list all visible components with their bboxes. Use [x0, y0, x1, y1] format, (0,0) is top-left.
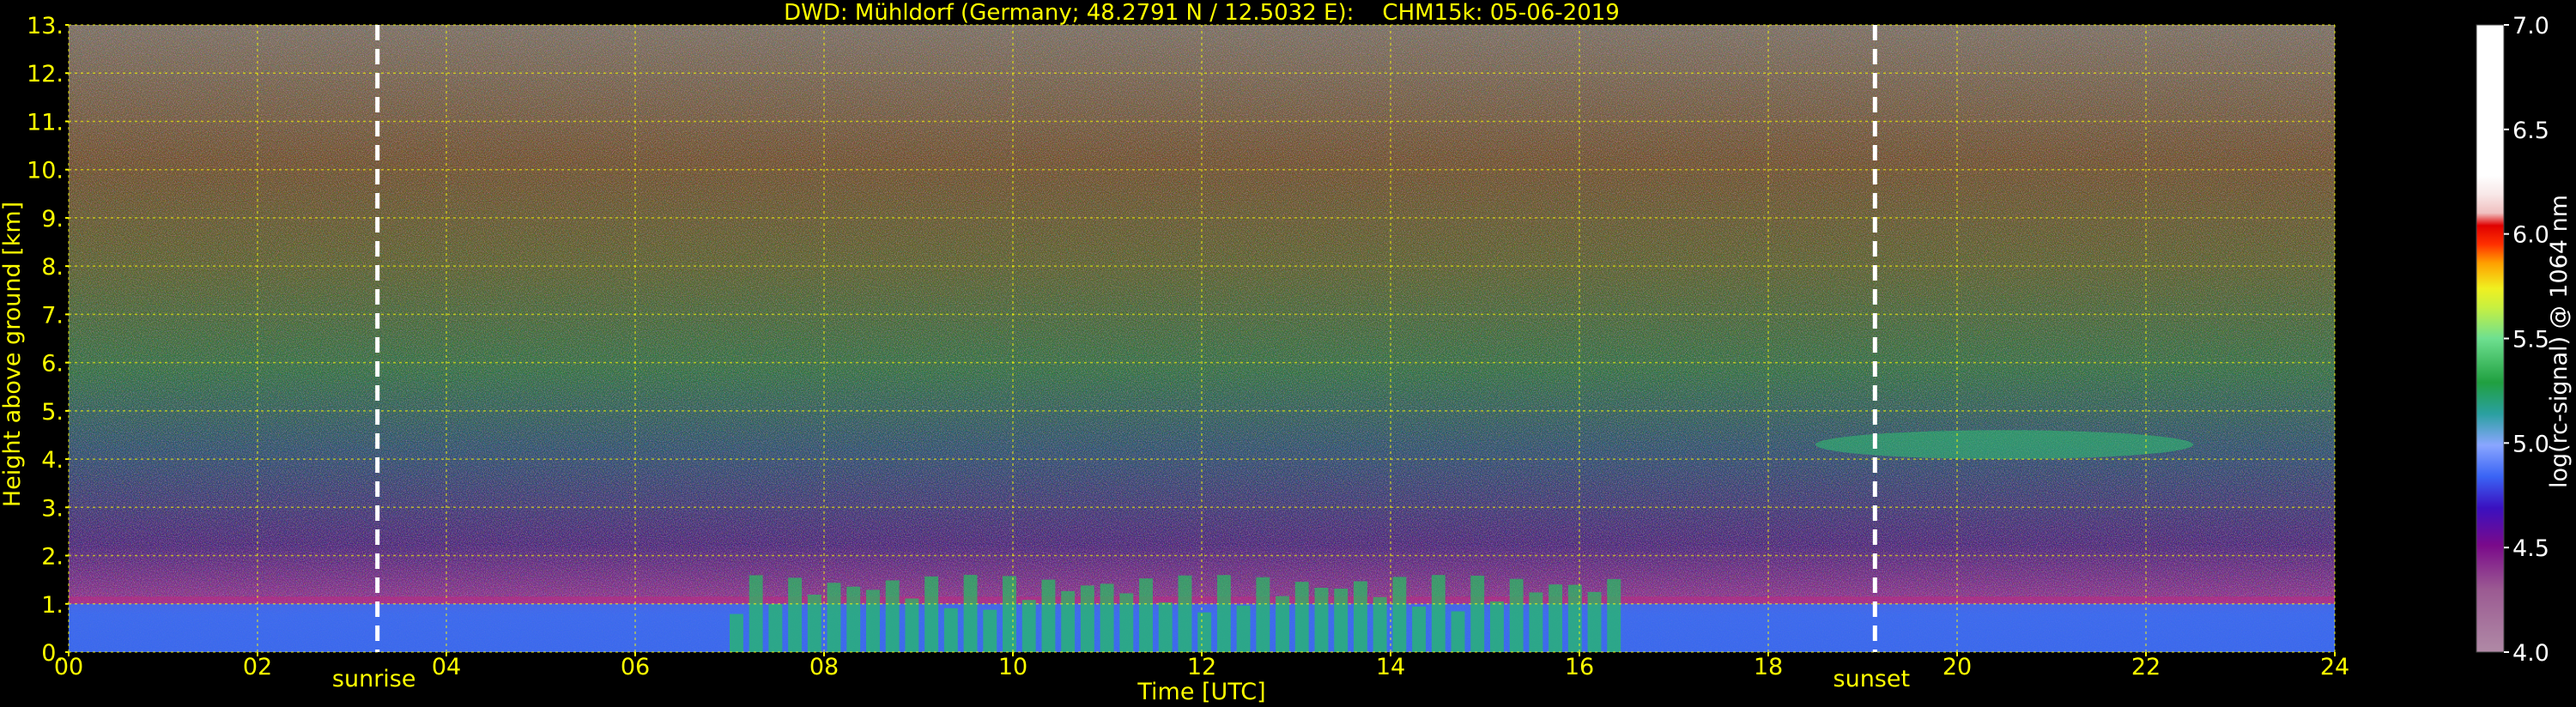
- cloud-column: [1549, 584, 1563, 652]
- y-tick-label: 3.: [41, 495, 64, 522]
- cloud-column: [924, 576, 939, 652]
- x-tick-label: 24: [2320, 654, 2349, 680]
- ceilometer-chart: sunrise sunset 0.1.2.3.4.5.6.7.8.9.10.11.…: [0, 0, 2573, 705]
- cloud-column: [1197, 612, 1212, 652]
- colorbar: 4.0 4.5 5.0 5.5 6.0 6.5 7.0: [2476, 13, 2549, 667]
- chart-title: DWD: Mühldorf (Germany; 48.2791 N / 12.5…: [784, 0, 1620, 26]
- colorbar-scale: [2476, 24, 2505, 653]
- cloud-column: [846, 586, 861, 652]
- x-tick-label: 22: [2131, 654, 2161, 680]
- colorbar-label: log(rc-signal) @ 1064 nm: [2546, 195, 2573, 488]
- y-tick-label: 5.: [41, 399, 64, 426]
- cloud-column: [1509, 578, 1524, 652]
- y-tick-label: 2.: [41, 544, 64, 571]
- y-tick-label: 11.: [27, 109, 64, 136]
- cloud-column: [1119, 593, 1134, 652]
- cloud-column: [1607, 578, 1621, 652]
- cloud-column: [866, 589, 880, 652]
- cloud-column: [730, 613, 743, 652]
- y-tick-label: 13.: [27, 13, 64, 39]
- colorbar-tick-label: 6.0: [2512, 222, 2549, 249]
- cloud-column: [905, 598, 919, 652]
- y-tick-label: 9.: [41, 206, 64, 233]
- x-tick-label: 00: [54, 654, 83, 680]
- cloud-column: [963, 575, 978, 652]
- cloud-column: [1021, 600, 1036, 652]
- cloud-column: [1041, 579, 1056, 652]
- cloud-column: [1451, 611, 1465, 652]
- cloud-column: [885, 580, 900, 652]
- x-tick-label: 06: [621, 654, 650, 680]
- cloud-column: [983, 609, 997, 652]
- y-tick-labels: 0.1.2.3.4.5.6.7.8.9.10.11.12.13.: [27, 13, 69, 667]
- x-tick-label: 18: [1754, 654, 1783, 680]
- cloud-column: [1256, 577, 1270, 652]
- sunrise-label: sunrise: [332, 666, 416, 692]
- cloud-column: [1412, 606, 1427, 652]
- cloud-column: [749, 575, 763, 652]
- y-axis-label: Height above ground [km]: [0, 202, 26, 507]
- x-tick-label: 08: [809, 654, 839, 680]
- x-tick-label: 12: [1187, 654, 1216, 680]
- cloud-column: [1373, 596, 1387, 652]
- cloud-column: [768, 603, 783, 652]
- cloud-column: [1587, 591, 1602, 652]
- x-tick-label: 14: [1376, 654, 1405, 680]
- colorbar-tick-label: 7.0: [2512, 13, 2549, 39]
- x-tick-label: 16: [1565, 654, 1594, 680]
- cloud-column: [1080, 585, 1094, 652]
- cloud-column: [943, 607, 958, 652]
- cloud-column: [1139, 578, 1153, 652]
- cloud-column: [1294, 582, 1309, 652]
- cloud-column: [1334, 588, 1349, 652]
- y-tick-label: 4.: [41, 447, 64, 474]
- colorbar-tick-label: 4.5: [2512, 535, 2549, 562]
- cloud-column: [1061, 590, 1076, 652]
- y-tick-label: 12.: [27, 61, 64, 88]
- cloud-column: [1314, 588, 1329, 652]
- cloud-column: [1178, 575, 1192, 652]
- cloud-column: [1489, 601, 1504, 652]
- colorbar-tick-label: 5.5: [2512, 327, 2549, 354]
- cloud-column: [1353, 581, 1367, 652]
- x-tick-label: 02: [243, 654, 272, 680]
- y-tick-label: 8.: [41, 254, 64, 281]
- cloud-column: [1236, 605, 1251, 652]
- x-tick-label: 10: [998, 654, 1027, 680]
- cloud-column: [1003, 576, 1016, 652]
- cloud-column: [1158, 602, 1173, 652]
- cloud-column: [1567, 584, 1582, 652]
- cloud-column: [788, 577, 803, 652]
- cloud-column: [1470, 575, 1485, 652]
- colorbar-tick-label: 4.0: [2512, 640, 2549, 667]
- y-tick-label: 10.: [27, 158, 64, 184]
- cloud-column: [1392, 577, 1407, 652]
- y-tick-label: 6.: [41, 351, 64, 378]
- elevated-layer: [1815, 430, 2193, 460]
- cloud-column: [1100, 583, 1114, 652]
- x-tick-label: 20: [1943, 654, 1972, 680]
- y-tick-label: 1.: [41, 592, 64, 619]
- y-tick-label: 7.: [41, 302, 64, 329]
- x-axis-label: Time [UTC]: [1136, 679, 1265, 705]
- cloud-column: [827, 583, 841, 652]
- sunset-label: sunset: [1834, 666, 1911, 692]
- colorbar-tick-label: 6.5: [2512, 118, 2549, 144]
- colorbar-tick-label: 5.0: [2512, 431, 2549, 457]
- cloud-column: [1431, 575, 1446, 652]
- cloud-column: [1529, 592, 1543, 652]
- cloud-column: [1216, 575, 1231, 652]
- x-tick-label: 04: [432, 654, 461, 680]
